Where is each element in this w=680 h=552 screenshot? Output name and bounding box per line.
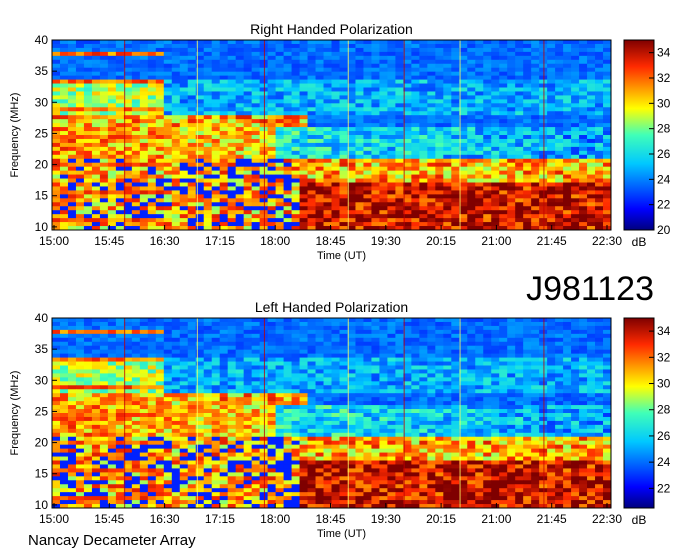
rhp-x-tick-label: 18:00 <box>260 234 290 248</box>
rhp-spectrogram-image <box>52 40 612 231</box>
lhp-x-tick-label: 15:00 <box>39 512 69 526</box>
rhp-colorbar-tick-label: 28 <box>657 122 671 136</box>
rhp-x-tick-label: 18:45 <box>315 234 345 248</box>
lhp-x-tick-label: 21:45 <box>537 512 567 526</box>
rhp-colorbar-tick-label: 22 <box>657 198 671 212</box>
rhp-colorbar-tick-label: 30 <box>657 96 671 110</box>
lhp-colorbar-tick-label: 34 <box>657 324 671 338</box>
rhp-x-tick-label: 16:30 <box>150 234 180 248</box>
rhp-panel-title: Right Handed Polarization <box>250 21 413 37</box>
lhp-colorbar-unit-label: dB <box>632 513 647 527</box>
rhp-y-tick-label: 25 <box>35 126 49 140</box>
instrument-name: Nancay Decameter Array <box>28 532 196 549</box>
rhp-colorbar <box>623 39 655 231</box>
rhp-colorbar-unit-label: dB <box>632 235 647 249</box>
rhp-y-tick-label: 40 <box>35 33 49 47</box>
lhp-x-tick-label: 20:15 <box>426 512 456 526</box>
lhp-colorbar-tick-label: 28 <box>657 403 671 417</box>
rhp-colorbar-tick-label: 34 <box>657 46 671 60</box>
spectrogram-figure: Right Handed Polarization 10 15 20 25 30 35 40 F… <box>9 21 671 549</box>
lhp-y-axis-label: Frequency (MHz) <box>9 371 21 456</box>
rhp-y-tick-label: 30 <box>35 95 49 109</box>
lhp-colorbar <box>623 317 655 509</box>
lhp-colorbar-tick-label: 24 <box>657 455 671 469</box>
rhp-colorbar-tick-label: 24 <box>657 172 671 186</box>
lhp-colorbar-tick-label: 26 <box>657 429 671 443</box>
observation-id: J981123 <box>526 270 654 308</box>
rhp-x-tick-label: 17:15 <box>205 234 235 248</box>
lhp-x-tick-label: 17:15 <box>205 512 235 526</box>
lhp-colorbar-tick-label: 22 <box>657 481 671 495</box>
rhp-colorbar-tick-label: 26 <box>657 147 671 161</box>
lhp-y-tick-label: 20 <box>35 436 49 450</box>
lhp-x-axis-label: Time (UT) <box>317 528 366 540</box>
rhp-x-tick-label: 20:15 <box>426 234 456 248</box>
lhp-x-tick-label: 15:45 <box>94 512 124 526</box>
lhp-x-tick-label: 19:30 <box>371 512 401 526</box>
lhp-x-tick-label: 16:30 <box>150 512 180 526</box>
lhp-spectrogram-image <box>52 318 612 509</box>
rhp-colorbar-tick-label: 32 <box>657 71 671 85</box>
lhp-colorbar-tick-label: 30 <box>657 377 671 391</box>
lhp-x-tick-label: 18:00 <box>260 512 290 526</box>
rhp-colorbar-tick-label: 20 <box>657 223 671 237</box>
lhp-y-tick-label: 10 <box>35 498 49 512</box>
lhp-y-tick-label: 40 <box>35 311 49 325</box>
lhp-y-tick-label: 35 <box>35 342 49 356</box>
lhp-panel-title: Left Handed Polarization <box>255 299 408 315</box>
rhp-x-tick-label: 15:00 <box>39 234 69 248</box>
rhp-x-tick-label: 15:45 <box>94 234 124 248</box>
rhp-y-tick-label: 20 <box>35 158 49 172</box>
lhp-x-tick-label: 22:30 <box>592 512 622 526</box>
lhp-y-tick-label: 30 <box>35 373 49 387</box>
lhp-x-tick-label: 18:45 <box>315 512 345 526</box>
rhp-x-tick-label: 21:00 <box>481 234 511 248</box>
lhp-y-tick-label: 15 <box>35 467 49 481</box>
rhp-y-tick-label: 10 <box>35 220 49 234</box>
rhp-x-tick-label: 19:30 <box>371 234 401 248</box>
rhp-x-tick-label: 22:30 <box>592 234 622 248</box>
lhp-x-tick-label: 21:00 <box>481 512 511 526</box>
lhp-colorbar-tick-label: 32 <box>657 350 671 364</box>
rhp-y-axis-label: Frequency (MHz) <box>9 93 21 178</box>
rhp-y-tick-label: 35 <box>35 64 49 78</box>
rhp-y-tick-label: 15 <box>35 189 49 203</box>
lhp-y-tick-label: 25 <box>35 404 49 418</box>
rhp-x-tick-label: 21:45 <box>537 234 567 248</box>
rhp-x-axis-label: Time (UT) <box>317 250 366 262</box>
